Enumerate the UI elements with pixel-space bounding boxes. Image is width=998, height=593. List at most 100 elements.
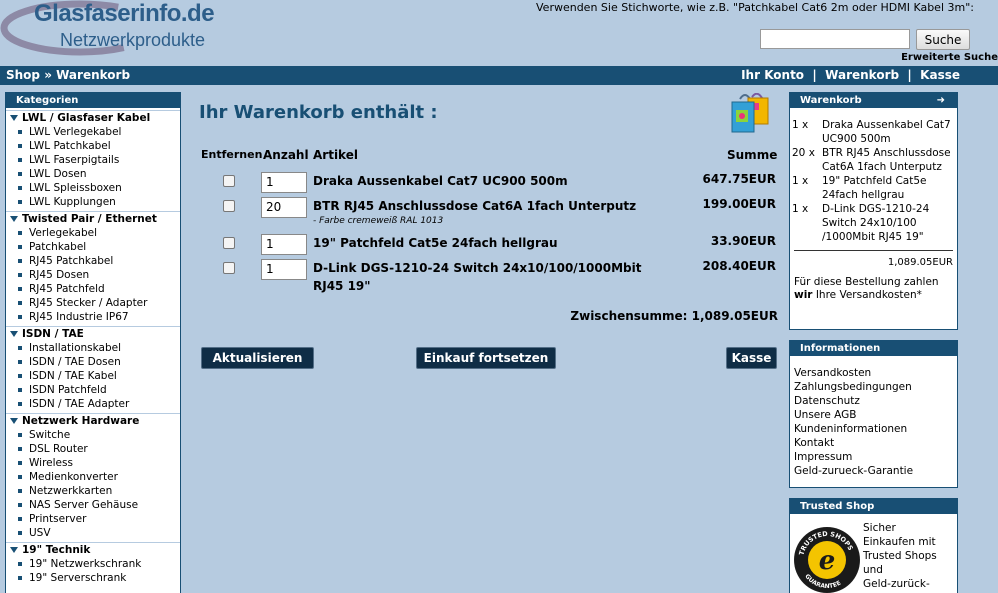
category-link[interactable]: RJ45 Dosen [6,268,180,282]
category-link[interactable]: RJ45 Patchkabel [6,254,180,268]
category-link[interactable]: ISDN Patchfeld [6,383,180,397]
category-link[interactable]: Patchkabel [6,240,180,254]
advanced-search-link[interactable]: Erweiterte Suche [901,52,998,63]
bullet-icon [18,186,22,190]
article-note: - Farbe cremeweiß RAL 1013 [313,216,444,226]
category-link[interactable]: Printserver [6,512,180,526]
trusted-line: und [863,564,883,576]
article-name[interactable]: 19" Patchfeld Cat5e 24fach hellgrau [313,234,668,252]
category-link[interactable]: ISDN / TAE Kabel [6,369,180,383]
category-link[interactable]: Netzwerkkarten [6,484,180,498]
quantity-input[interactable]: 1 [261,234,307,255]
trusted-seal-graphic: TRUSTED SHOPS GUARANTEE e [795,528,859,592]
category-link[interactable]: RJ45 Patchfeld [6,282,180,296]
category-link-label: LWL Patchkabel [29,140,111,152]
search-button[interactable]: Suche [916,29,970,50]
minicart-item[interactable]: 1 x Draka Aussenkabel Cat7 UC900 500m [790,118,957,146]
checkout-button[interactable]: Kasse [726,347,777,369]
quantity-input[interactable]: 20 [261,197,307,218]
minicart-item[interactable]: 1 x D-Link DGS-1210-24 Switch 24x10/100 /… [790,202,957,244]
info-link[interactable]: Datenschutz [790,394,957,408]
quantity-input[interactable]: 1 [261,259,307,280]
category-link[interactable]: USV [6,526,180,540]
shipping-note-text: Ihre Versandkosten* [812,289,922,301]
category-title[interactable]: Twisted Pair / Ethernet [6,212,180,226]
arrow-right-icon[interactable]: ➜ [937,93,945,108]
category-link-label: NAS Server Gehäuse [29,499,139,511]
category-title[interactable]: LWL / Glasfaser Kabel [6,111,180,125]
info-link[interactable]: Unsere AGB [790,408,957,422]
category-link[interactable]: DSL Router [6,442,180,456]
category-link[interactable]: LWL Faserpigtails [6,153,180,167]
category-link[interactable]: Installationskabel [6,341,180,355]
minicart-item-name: D-Link DGS-1210-24 Switch 24x10/100 /100… [822,203,930,243]
trusted-text: Sicher Einkaufen mit Trusted Shops und Geld-… [863,521,937,591]
triangle-down-icon [10,216,18,222]
category-link[interactable]: ISDN / TAE Dosen [6,355,180,369]
category-link-label: Installationskabel [29,342,121,354]
category-link-label: RJ45 Patchkabel [29,255,114,267]
category-link[interactable]: Verlegekabel [6,226,180,240]
category-link[interactable]: LWL Dosen [6,167,180,181]
category-link[interactable]: LWL Kupplungen [6,195,180,209]
search-input[interactable] [760,29,910,49]
site-logo[interactable]: Glasfaserinfo.de Netzwerkprodukte [0,0,260,62]
category-link-label: Switche [29,429,71,441]
category-link[interactable]: RJ45 Stecker / Adapter [6,296,180,310]
category-link[interactable]: LWL Verlegekabel [6,125,180,139]
category-link[interactable]: ISDN / TAE Adapter [6,397,180,411]
row-sum: 199.00EUR [702,197,777,211]
minicart-item-name: BTR RJ45 Anschlussdose Cat6A 1fach Unter… [822,147,951,173]
info-link[interactable]: Geld-zurueck-Garantie [790,464,957,478]
update-button[interactable]: Aktualisieren [201,347,314,369]
info-link[interactable]: Versandkosten [790,366,957,380]
category-title-label: LWL / Glasfaser Kabel [22,112,151,124]
bullet-icon [18,172,22,176]
logo-subtitle: Netzwerkprodukte [60,30,206,50]
article-label: D-Link DGS-1210-24 Switch 24x10/100/1000… [313,261,642,293]
category-link[interactable]: Wireless [6,456,180,470]
quantity-input[interactable]: 1 [261,172,307,193]
article-name[interactable]: Draka Aussenkabel Cat7 UC900 500m [313,172,668,190]
minicart-items: 1 x Draka Aussenkabel Cat7 UC900 500m 20 x… [790,118,957,244]
bullet-icon [18,447,22,451]
category-link[interactable]: RJ45 Industrie IP67 [6,310,180,324]
category-title[interactable]: ISDN / TAE [6,327,180,341]
bullet-icon [18,273,22,277]
article-name[interactable]: BTR RJ45 Anschlussdose Cat6A 1fach Unter… [313,197,668,227]
category-link[interactable]: 19" Netzwerkschrank [6,557,180,571]
seal-letter: e [819,546,836,576]
article-name[interactable]: D-Link DGS-1210-24 Switch 24x10/100/1000… [313,259,668,295]
nav-checkout-link[interactable]: Kasse [920,68,960,82]
category-title[interactable]: Netzwerk Hardware [6,414,180,428]
category-link[interactable]: Medienkonverter [6,470,180,484]
category-title-label: ISDN / TAE [22,328,84,340]
category-title[interactable]: 19" Technik [6,543,180,557]
category-link[interactable]: NAS Server Gehäuse [6,498,180,512]
remove-checkbox[interactable] [223,262,235,274]
nav-cart-link[interactable]: Warenkorb [825,68,899,82]
category-title-label: Netzwerk Hardware [22,415,140,427]
info-link[interactable]: Kontakt [790,436,957,450]
minicart-item[interactable]: 20 x BTR RJ45 Anschlussdose Cat6A 1fach U… [790,146,957,174]
remove-checkbox[interactable] [223,175,235,187]
continue-shopping-button[interactable]: Einkauf fortsetzen [416,347,556,369]
remove-checkbox[interactable] [223,237,235,249]
category-link[interactable]: Switche [6,428,180,442]
info-link[interactable]: Impressum [790,450,957,464]
category-link[interactable]: 19" Serverschrank [6,571,180,585]
category-link[interactable]: LWL Patchkabel [6,139,180,153]
col-qty: Anzahl [263,148,309,162]
remove-checkbox[interactable] [223,200,235,212]
info-link[interactable]: Zahlungsbedingungen [790,380,957,394]
category-link[interactable]: LWL Spleissboxen [6,181,180,195]
trusted-shops-seal[interactable]: TRUSTED SHOPS GUARANTEE e [794,527,860,593]
minicart-item[interactable]: 1 x 19" Patchfeld Cat5e 24fach hellgrau [790,174,957,202]
minicart-title-bar: Warenkorb ➜ [790,93,957,108]
nav-account-link[interactable]: Ihr Konto [741,68,804,82]
info-link[interactable]: Kundeninformationen [790,422,957,436]
triangle-down-icon [10,547,18,553]
breadcrumb[interactable]: Shop » Warenkorb [6,68,130,82]
shopping-bags-icon [731,93,769,133]
category-link-label: 19" Netzwerkschrank [29,558,142,570]
